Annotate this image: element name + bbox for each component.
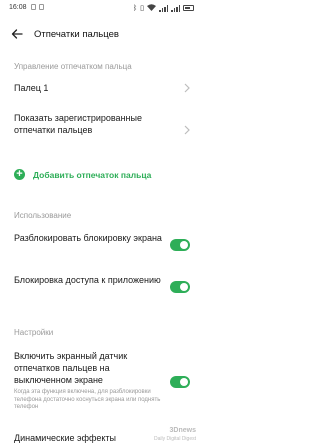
watermark-logo: 3Dnews Daily Digital Digest [154,427,196,443]
status-time: 16:08 [9,4,27,11]
battery-icon [183,5,194,11]
back-button[interactable] [10,27,24,41]
status-icons: ᛒ ▯ [132,3,194,13]
signal-icon [159,4,168,12]
notification-icon [39,4,44,10]
section-header-fingerprint-management: Управление отпечатком пальца [14,62,132,71]
watermark-text: 3Dnews [169,427,196,434]
finger-1-item[interactable]: Палец 1 [0,78,200,98]
status-bar: 16:08 ᛒ ▯ [0,0,200,18]
toggle-knob [180,378,188,386]
finger-1-label: Палец 1 [14,83,49,93]
watermark-subtext: Daily Digital Digest [154,436,196,442]
battery-indicator [183,5,194,11]
toggle-knob [180,241,188,249]
page-title: Отпечатки пальцев [34,29,119,40]
vibrate-icon: ▯ [140,5,144,12]
unlock-screen-item[interactable]: Разблокировать блокировку экрана [0,230,200,260]
app-lock-label: Блокировка доступа к приложению [14,275,161,285]
chevron-right-icon [184,83,190,93]
screen-off-sensor-description: Когда эта функция включена, для разблоки… [14,389,161,410]
section-header-settings: Настройки [14,328,54,337]
arrow-left-icon [11,29,23,39]
screen-off-sensor-toggle[interactable] [170,376,190,388]
unlock-screen-toggle[interactable] [170,239,190,251]
screen-off-sensor-item[interactable]: Включить экранный датчик отпечатков паль… [0,348,200,414]
wifi-icon [147,3,156,13]
chevron-right-icon [184,125,190,135]
toggle-knob [180,283,188,291]
add-fingerprint-button[interactable]: + Добавить отпечаток пальца [0,166,200,184]
bluetooth-icon: ᛒ [132,4,138,12]
plus-icon: + [14,169,25,180]
show-registered-label: Показать зарегистрированные отпечатки па… [14,113,142,135]
unlock-screen-label: Разблокировать блокировку экрана [14,233,162,243]
show-registered-fingerprints-item[interactable]: Показать зарегистрированные отпечатки па… [0,110,200,150]
dynamic-effects-label: Динамические эффекты [14,433,117,443]
app-lock-toggle[interactable] [170,281,190,293]
notification-icon [31,4,36,10]
section-header-usage: Использование [14,211,72,220]
signal-icon [171,4,180,12]
add-fingerprint-label: Добавить отпечаток пальца [33,170,152,180]
app-lock-item[interactable]: Блокировка доступа к приложению [0,272,200,302]
screen-off-sensor-label: Включить экранный датчик отпечатков паль… [14,351,128,385]
app-header: Отпечатки пальцев [0,24,200,44]
